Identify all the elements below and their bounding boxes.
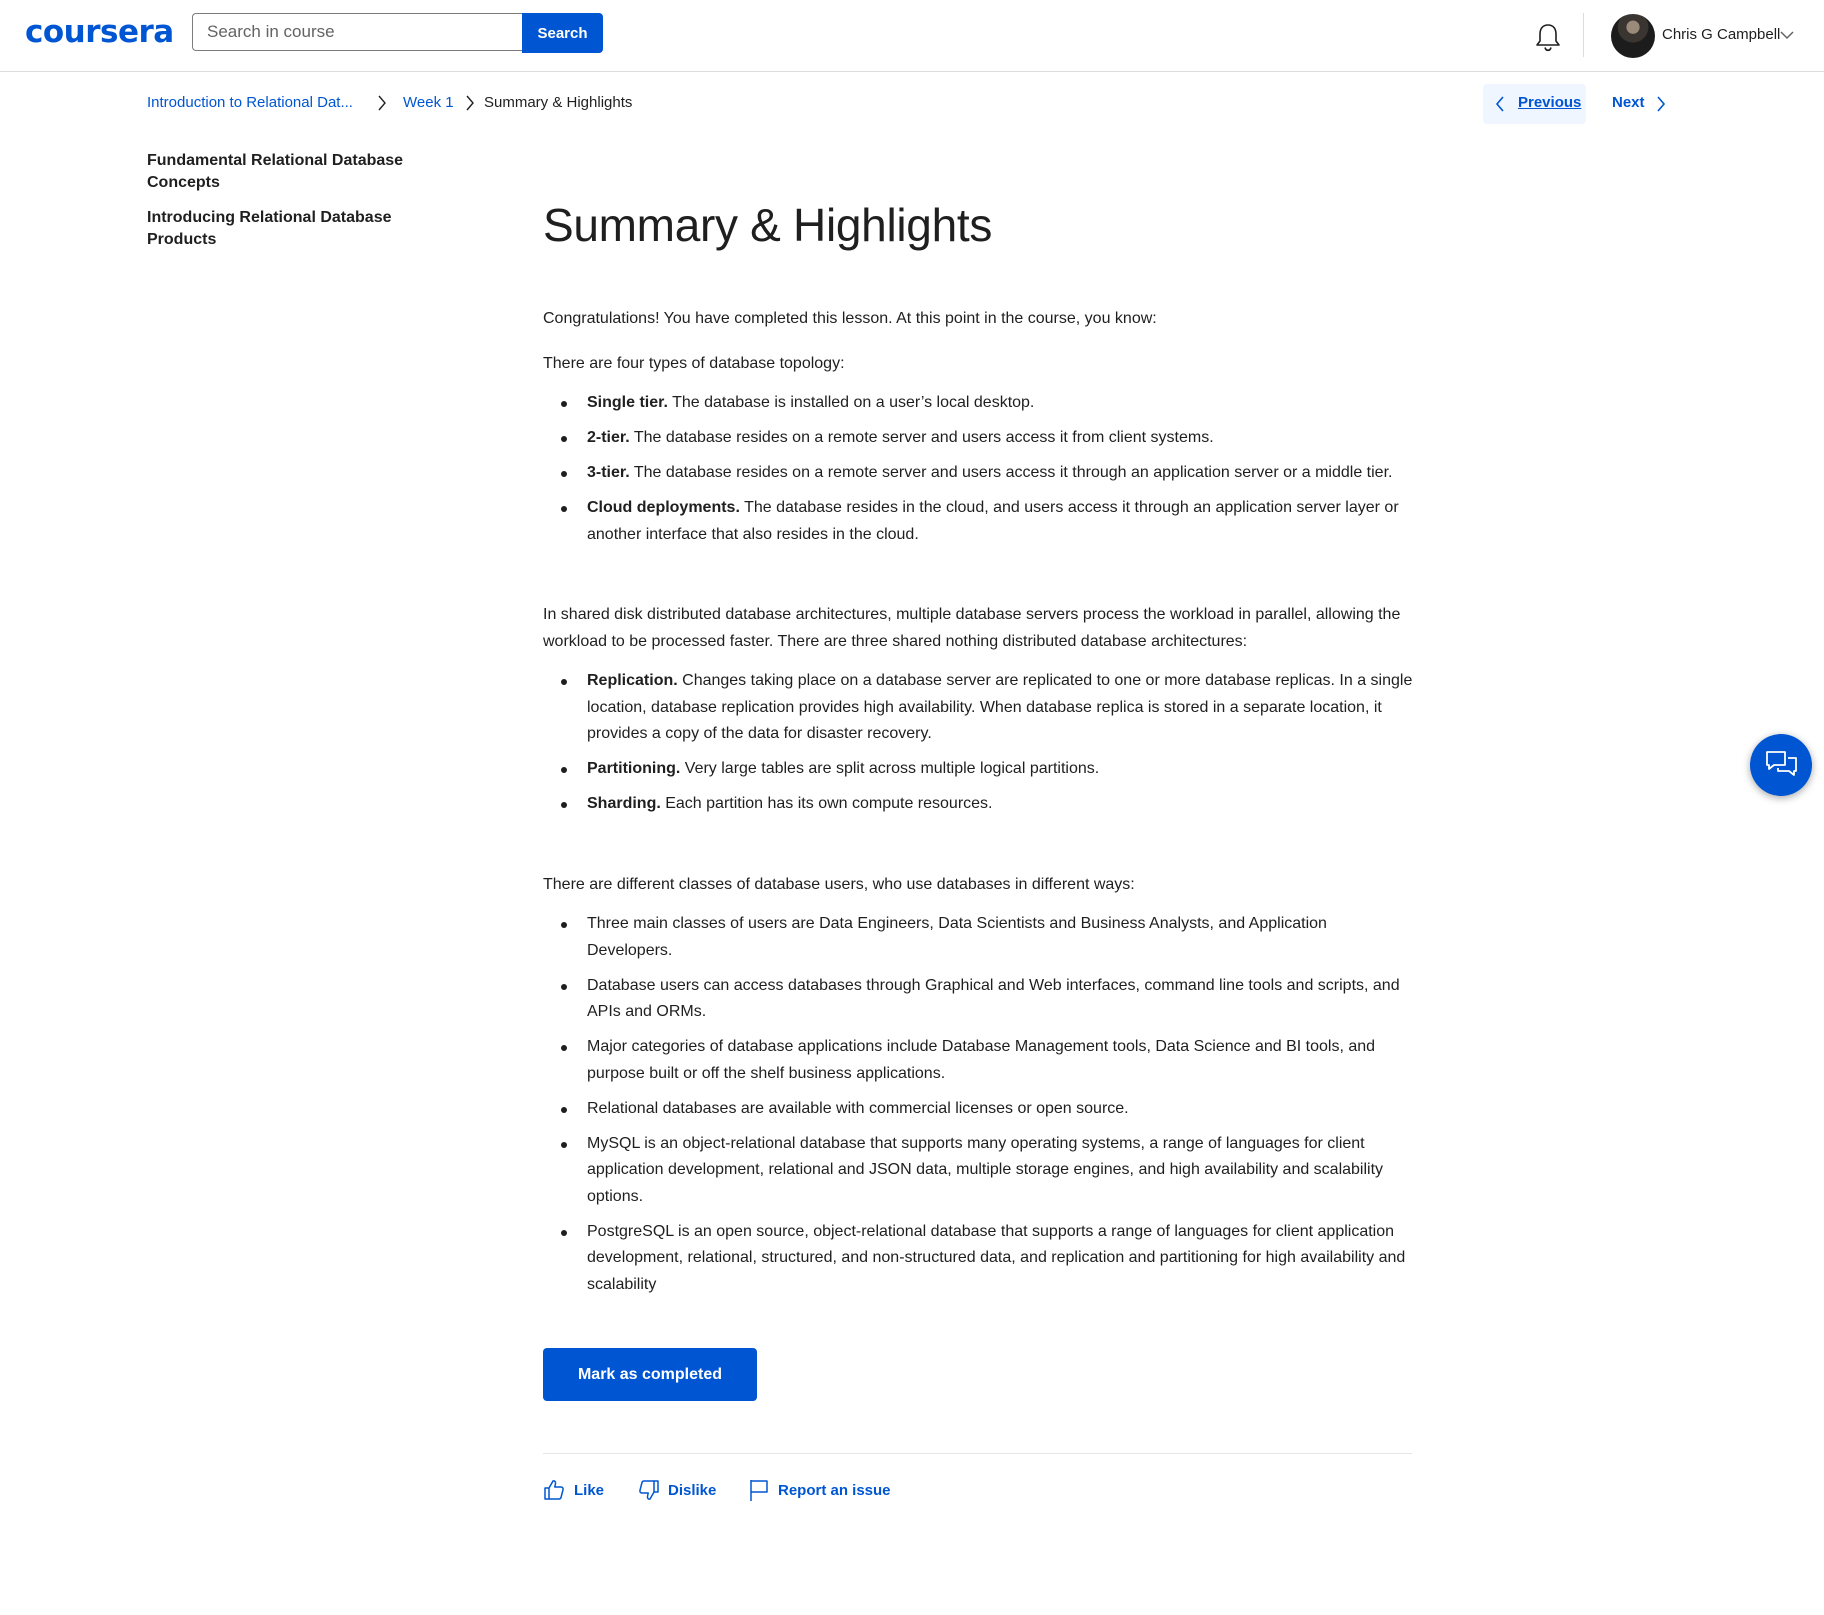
list-item-text: The database resides on a remote server … <box>629 429 1214 446</box>
sidebar-item-database-products[interactable]: Introducing Relational Database Products <box>147 207 437 251</box>
list-item: Relational databases are available with … <box>561 1096 1413 1123</box>
dislike-button[interactable]: Dislike <box>638 1478 718 1504</box>
list-item-text: Very large tables are split across multi… <box>680 760 1100 777</box>
chevron-right-icon <box>1657 96 1666 112</box>
users-list: Three main classes of users are Data Eng… <box>543 911 1413 1298</box>
list-item: Single tier. The database is installed o… <box>561 390 1413 417</box>
chevron-left-icon <box>1495 96 1504 112</box>
next-button[interactable]: Next <box>1612 84 1672 124</box>
header-divider <box>1583 13 1584 57</box>
breadcrumb-course-link[interactable]: Introduction to Relational Dat... <box>147 94 353 111</box>
page-title: Summary & Highlights <box>543 199 993 251</box>
coursera-logo[interactable]: coursera <box>25 14 174 50</box>
list-item: MySQL is an object-relational database t… <box>561 1131 1413 1211</box>
list-item-term: Sharding. <box>587 795 661 812</box>
list-item-text: The database is installed on a user’s lo… <box>667 394 1035 411</box>
mark-as-completed-button[interactable]: Mark as completed <box>543 1348 757 1401</box>
breadcrumb-current: Summary & Highlights <box>484 94 633 111</box>
top-header: coursera Search Chris G Campbell <box>0 0 1824 72</box>
chevron-right-icon <box>466 95 474 111</box>
list-item: Replication. Changes taking place on a d… <box>561 668 1413 748</box>
list-item-term: Cloud deployments. <box>587 499 740 516</box>
topology-list: Single tier. The database is installed o… <box>543 390 1413 548</box>
list-item-text: The database resides on a remote server … <box>629 464 1393 481</box>
list-item: 2-tier. The database resides on a remote… <box>561 425 1413 452</box>
list-item: Three main classes of users are Data Eng… <box>561 911 1413 964</box>
bell-icon[interactable] <box>1534 22 1562 52</box>
search-button[interactable]: Search <box>522 13 603 53</box>
intro-paragraph: Congratulations! You have completed this… <box>543 310 1157 327</box>
list-item: Partitioning. Very large tables are spli… <box>561 756 1413 783</box>
distributed-lead: In shared disk distributed database arch… <box>543 606 1401 650</box>
chat-icon <box>1766 751 1797 776</box>
previous-label: Previous <box>1518 94 1582 111</box>
next-label: Next <box>1612 94 1645 111</box>
topology-lead: There are four types of database topolog… <box>543 354 845 372</box>
list-item: 3-tier. The database resides on a remote… <box>561 460 1413 487</box>
distributed-list: Replication. Changes taking place on a d… <box>543 668 1413 818</box>
list-item: Major categories of database application… <box>561 1034 1413 1087</box>
list-item-term: 3-tier. <box>587 464 630 481</box>
list-item-term: 2-tier. <box>587 429 630 446</box>
like-button[interactable]: Like <box>543 1478 605 1504</box>
thumbs-down-icon <box>639 1480 659 1500</box>
list-item-text: Each partition has its own compute resou… <box>660 795 993 812</box>
divider <box>543 1453 1412 1454</box>
list-item-term: Single tier. <box>587 394 668 411</box>
like-label: Like <box>574 1482 605 1499</box>
avatar[interactable] <box>1611 14 1655 58</box>
list-item: Sharding. Each partition has its own com… <box>561 791 1413 818</box>
list-item: Cloud deployments. The database resides … <box>561 495 1413 548</box>
chevron-down-icon[interactable] <box>1780 30 1794 40</box>
lesson-content: Summary & Highlights Congratulations! Yo… <box>543 190 1413 1307</box>
course-sidebar: Fundamental Relational Database Concepts… <box>147 150 437 264</box>
report-issue-button[interactable]: Report an issue <box>748 1478 891 1504</box>
dislike-label: Dislike <box>668 1482 717 1499</box>
chat-assistant-button[interactable] <box>1750 734 1812 796</box>
thumbs-up-icon <box>544 1480 564 1500</box>
report-issue-label: Report an issue <box>778 1482 891 1499</box>
users-lead: There are different classes of database … <box>543 875 1135 893</box>
sidebar-item-fundamental-concepts[interactable]: Fundamental Relational Database Concepts <box>147 150 437 194</box>
previous-button[interactable]: Previous <box>1483 84 1586 124</box>
list-item-term: Partitioning. <box>587 760 681 777</box>
search-input[interactable] <box>192 13 523 51</box>
list-item: Database users can access databases thro… <box>561 973 1413 1026</box>
flag-icon <box>750 1480 768 1501</box>
list-item-term: Replication. <box>587 672 678 689</box>
list-item-text: Changes taking place on a database serve… <box>587 672 1413 742</box>
user-name[interactable]: Chris G Campbell <box>1662 26 1780 43</box>
breadcrumb-week-link[interactable]: Week 1 <box>403 94 454 111</box>
list-item: PostgreSQL is an open source, object-rel… <box>561 1219 1413 1299</box>
chevron-right-icon <box>378 95 386 111</box>
